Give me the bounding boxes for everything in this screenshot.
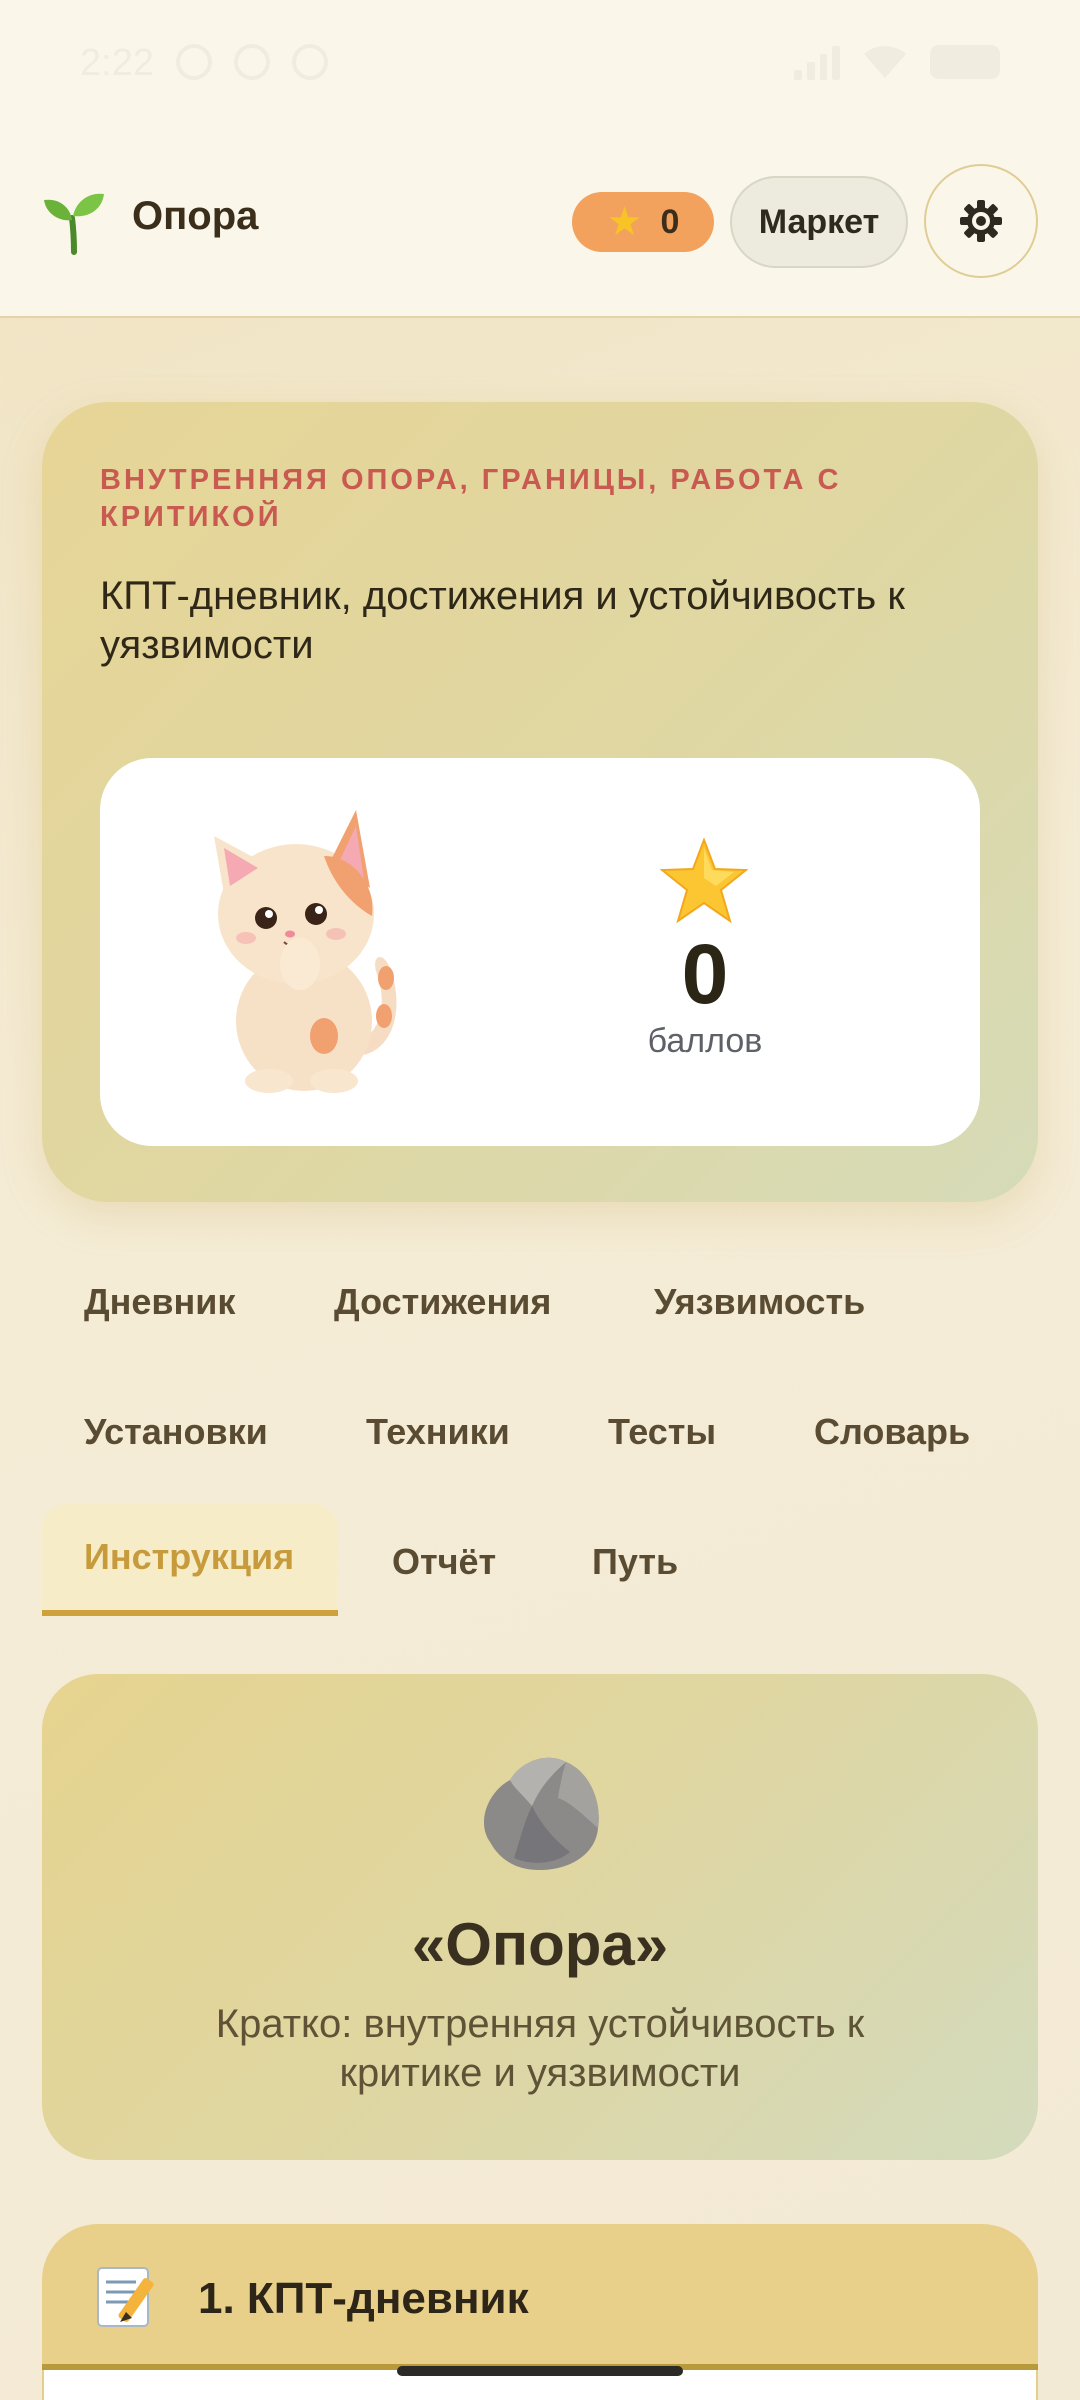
instruction-intro-card: «Опора» Кратко: внутренняя устойчивость … — [42, 1674, 1038, 2160]
info-title: «Опора» — [411, 1911, 669, 1978]
home-indicator[interactable] — [397, 2366, 683, 2376]
status-bar: 2:22 — [0, 0, 1080, 130]
gear-icon — [960, 200, 1002, 242]
app-title: Опора — [132, 194, 259, 238]
score-label: баллов — [647, 1022, 763, 1060]
rock-icon — [483, 1757, 599, 1870]
wifi-icon — [864, 46, 906, 78]
tab-beliefs[interactable]: Установки — [42, 1376, 310, 1488]
status-time: 2:22 — [80, 42, 154, 84]
memo-icon — [97, 2267, 154, 2327]
info-text: Кратко: внутренняя устойчивость к критик… — [215, 2002, 865, 2095]
score-card: 0 баллов — [100, 758, 980, 1146]
hero-kicker: ВНУТРЕННЯЯ ОПОРА, ГРАНИЦЫ, РАБОТА С КРИТ… — [100, 464, 842, 533]
tab-techniques[interactable]: Техники — [324, 1376, 552, 1488]
tab-report[interactable]: Отчёт — [350, 1506, 538, 1618]
tab-vulnerability[interactable]: Уязвимость — [612, 1246, 907, 1358]
hero-subtitle: КПТ-дневник, достижения и устойчивость к… — [100, 574, 905, 667]
tab-instruction[interactable]: Инструкция — [42, 1504, 338, 1616]
alert-status-icon — [234, 44, 270, 80]
battery-icon — [930, 45, 1000, 79]
settings-status-icon — [176, 44, 212, 80]
score-value: 0 — [681, 927, 729, 1021]
status-notification-icons — [176, 44, 328, 80]
signal-icon — [794, 44, 840, 80]
tab-tests[interactable]: Тесты — [566, 1376, 758, 1488]
shield-status-icon — [292, 44, 328, 80]
stars-counter[interactable]: ★ 0 — [572, 192, 714, 252]
tab-diary[interactable]: Дневник — [42, 1246, 277, 1358]
market-button[interactable]: Маркет — [730, 176, 908, 268]
settings-button[interactable] — [924, 164, 1038, 278]
hero-card: ВНУТРЕННЯЯ ОПОРА, ГРАНИЦЫ, РАБОТА С КРИТ… — [42, 402, 1038, 1202]
sprout-icon — [44, 193, 104, 255]
tab-achievements[interactable]: Достижения — [292, 1246, 593, 1358]
star-icon: ★ — [606, 200, 643, 244]
stars-count: 0 — [660, 202, 680, 241]
tab-glossary[interactable]: Словарь — [772, 1376, 1012, 1488]
status-system-icons — [794, 44, 1000, 80]
kitten-mascot-icon — [214, 810, 397, 1093]
app-header: Опора ★ 0 Маркет — [0, 130, 1080, 318]
star-icon — [660, 838, 748, 924]
section-title: 1. КПТ-дневник — [198, 2274, 529, 2323]
tab-path[interactable]: Путь — [550, 1506, 720, 1618]
